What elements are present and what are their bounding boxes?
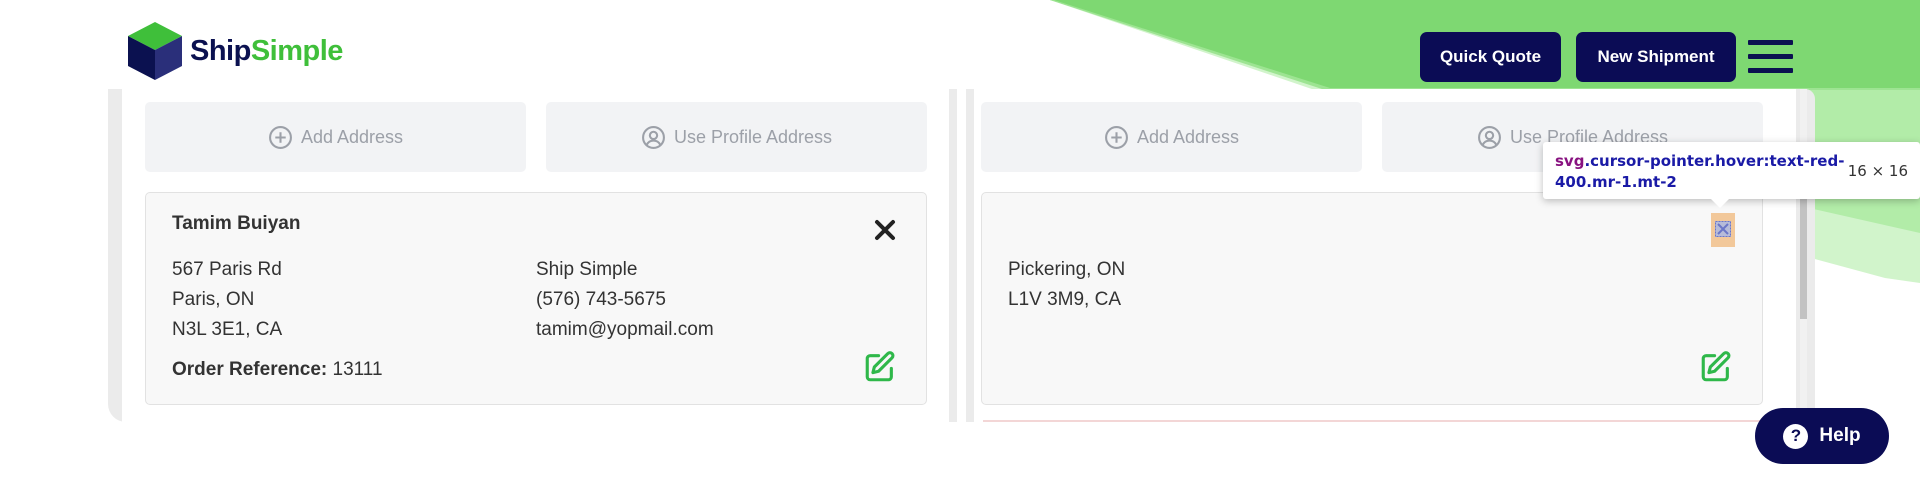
sender-add-address-button[interactable]: Add Address bbox=[145, 102, 526, 172]
question-icon: ? bbox=[1783, 423, 1809, 449]
sender-name: Tamim Buiyan bbox=[172, 213, 301, 234]
sender-city: Paris, ON bbox=[172, 289, 255, 310]
sender-email: tamim@yopmail.com bbox=[536, 319, 714, 340]
plus-circle-icon bbox=[268, 125, 292, 149]
devtools-element-tooltip: svg.cursor-pointer.hover:text-red-400.mr… bbox=[1543, 142, 1920, 208]
edit-icon[interactable] bbox=[1699, 350, 1733, 384]
hamburger-icon[interactable] bbox=[1748, 40, 1793, 74]
next-card-border bbox=[983, 420, 1761, 422]
new-shipment-button[interactable]: New Shipment bbox=[1576, 32, 1736, 82]
close-icon[interactable] bbox=[874, 219, 896, 241]
sender-postal: N3L 3E1, CA bbox=[172, 319, 283, 340]
add-address-label: Add Address bbox=[1136, 126, 1240, 147]
quick-quote-button[interactable]: Quick Quote bbox=[1420, 32, 1561, 82]
recipient-city: Pickering, ON bbox=[1008, 259, 1126, 280]
recipient-add-address-button[interactable]: Add Address bbox=[981, 102, 1362, 172]
user-circle-icon bbox=[1477, 125, 1501, 149]
sender-use-profile-address-button[interactable]: Use Profile Address bbox=[546, 102, 927, 172]
ship-simple-logo[interactable]: ShipSimple bbox=[124, 20, 343, 82]
add-address-label: Add Address bbox=[300, 126, 404, 147]
order-reference: Order Reference: 13111 bbox=[172, 355, 383, 385]
edit-icon[interactable] bbox=[863, 350, 897, 384]
scrollbar[interactable] bbox=[1800, 89, 1807, 422]
help-button[interactable]: ? Help bbox=[1755, 408, 1889, 464]
order-reference-value: 13111 bbox=[332, 359, 383, 380]
sender-company: Ship Simple bbox=[536, 259, 638, 280]
sender-street: 567 Paris Rd bbox=[172, 259, 282, 280]
tooltip-selector: svg.cursor-pointer.hover:text-red-400.mr… bbox=[1555, 151, 1845, 193]
help-label: Help bbox=[1819, 425, 1861, 446]
order-reference-label: Order Reference: bbox=[172, 359, 328, 380]
scrollbar-thumb[interactable] bbox=[1800, 189, 1807, 319]
cube-logo-icon bbox=[128, 22, 182, 80]
sender-phone: (576) 743-5675 bbox=[536, 289, 666, 310]
tooltip-tag: svg bbox=[1555, 152, 1585, 170]
tooltip-arrow bbox=[1711, 199, 1729, 208]
use-profile-address-label: Use Profile Address bbox=[673, 126, 833, 147]
recipient-postal: L1V 3M9, CA bbox=[1008, 289, 1121, 310]
close-icon[interactable] bbox=[1715, 221, 1731, 237]
plus-circle-icon bbox=[1104, 125, 1128, 149]
tooltip-classes: .cursor-pointer.hover:text-red-400.mr-1.… bbox=[1555, 152, 1845, 191]
user-circle-icon bbox=[641, 125, 665, 149]
sender-address-card: Tamim Buiyan 567 Paris Rd Paris, ON N3L … bbox=[145, 192, 927, 405]
tooltip-dimensions: 16 × 16 bbox=[1847, 162, 1908, 180]
logo-wordmark: ShipSimple bbox=[190, 34, 343, 67]
recipient-address-card: Pickering, ON L1V 3M9, CA bbox=[981, 192, 1763, 405]
